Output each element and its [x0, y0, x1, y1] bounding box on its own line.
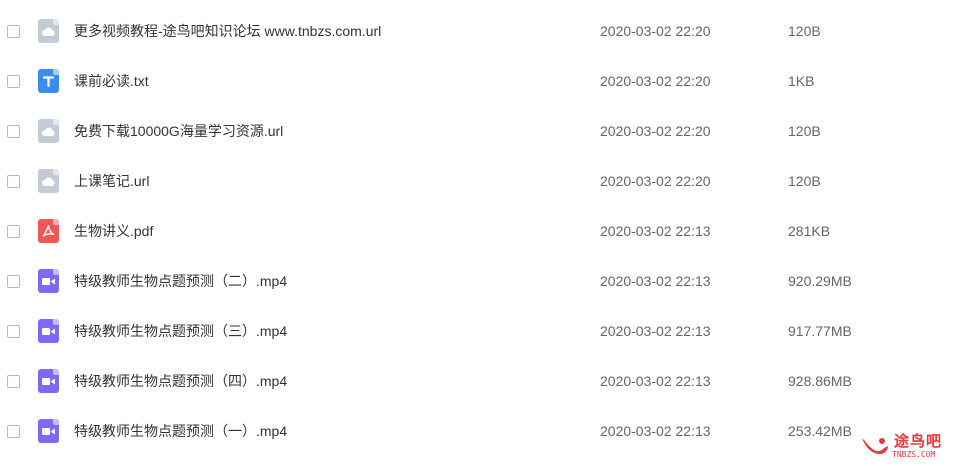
row-checkbox[interactable]	[7, 24, 20, 38]
file-row[interactable]: 免费下载10000G海量学习资源.url 2020-03-02 22:20 12…	[0, 106, 954, 156]
file-name[interactable]: 特级教师生物点题预测（四）.mp4	[74, 371, 287, 391]
file-list: 更多视频教程-途鸟吧知识论坛 www.tnbzs.com.url 2020-03…	[0, 0, 954, 466]
file-modified-time: 2020-03-02 22:20	[600, 73, 711, 89]
row-checkbox[interactable]	[7, 124, 20, 138]
file-name[interactable]: 特级教师生物点题预测（一）.mp4	[74, 421, 287, 441]
file-size: 281KB	[788, 223, 831, 239]
file-row[interactable]: 更多视频教程-途鸟吧知识论坛 www.tnbzs.com.url 2020-03…	[0, 6, 954, 56]
file-row[interactable]: 生物讲义.pdf 2020-03-02 22:13 281KB	[0, 206, 954, 256]
file-size: 120B	[788, 123, 821, 139]
file-row[interactable]: 特级教师生物点题预测（一）.mp4 2020-03-02 22:13 253.4…	[0, 406, 954, 456]
file-row[interactable]: 上课笔记.url 2020-03-02 22:20 120B	[0, 156, 954, 206]
row-checkbox[interactable]	[7, 324, 20, 338]
file-modified-time: 2020-03-02 22:20	[600, 173, 711, 189]
row-checkbox[interactable]	[7, 374, 20, 388]
file-modified-time: 2020-03-02 22:20	[600, 23, 711, 39]
file-size: 920.29MB	[788, 273, 852, 289]
cloud-link-icon	[38, 169, 59, 193]
file-size: 120B	[788, 173, 821, 189]
file-modified-time: 2020-03-02 22:20	[600, 123, 711, 139]
cloud-link-icon	[38, 19, 59, 43]
pdf-file-icon	[38, 219, 59, 243]
file-modified-time: 2020-03-02 22:13	[600, 423, 711, 439]
watermark-text: 途鸟吧	[894, 433, 943, 450]
file-name[interactable]: 更多视频教程-途鸟吧知识论坛 www.tnbzs.com.url	[74, 21, 381, 41]
file-row[interactable]: 特级教师生物点题预测（二）.mp4 2020-03-02 22:13 920.2…	[0, 256, 954, 306]
file-row[interactable]: 课前必读.txt 2020-03-02 22:20 1KB	[0, 56, 954, 106]
video-file-icon	[38, 419, 59, 443]
bird-logo-icon	[862, 438, 888, 454]
file-size: 917.77MB	[788, 323, 852, 339]
row-checkbox[interactable]	[7, 424, 20, 438]
file-name[interactable]: 特级教师生物点题预测（二）.mp4	[74, 271, 287, 291]
file-size: 928.86MB	[788, 373, 852, 389]
file-name[interactable]: 课前必读.txt	[74, 71, 149, 91]
row-checkbox[interactable]	[7, 224, 20, 238]
file-name[interactable]: 生物讲义.pdf	[74, 221, 153, 241]
video-file-icon	[38, 269, 59, 293]
file-size: 253.42MB	[788, 423, 852, 439]
file-modified-time: 2020-03-02 22:13	[600, 323, 711, 339]
file-modified-time: 2020-03-02 22:13	[600, 273, 711, 289]
file-modified-time: 2020-03-02 22:13	[600, 223, 711, 239]
watermark: 途鸟吧 TNBZS.COM	[858, 428, 952, 464]
file-name[interactable]: 特级教师生物点题预测（三）.mp4	[74, 321, 287, 341]
row-checkbox[interactable]	[7, 174, 20, 188]
file-row[interactable]: 特级教师生物点题预测（四）.mp4 2020-03-02 22:13 928.8…	[0, 356, 954, 406]
file-row[interactable]: 特级教师生物点题预测（三）.mp4 2020-03-02 22:13 917.7…	[0, 306, 954, 356]
cloud-link-icon	[38, 119, 59, 143]
file-name[interactable]: 免费下载10000G海量学习资源.url	[74, 121, 283, 141]
file-name[interactable]: 上课笔记.url	[74, 171, 149, 191]
video-file-icon	[38, 319, 59, 343]
row-checkbox[interactable]	[7, 74, 20, 88]
file-modified-time: 2020-03-02 22:13	[600, 373, 711, 389]
file-size: 120B	[788, 23, 821, 39]
video-file-icon	[38, 369, 59, 393]
file-size: 1KB	[788, 73, 815, 89]
text-file-icon	[38, 69, 59, 93]
watermark-subtext: TNBZS.COM	[892, 450, 936, 459]
row-checkbox[interactable]	[7, 274, 20, 288]
